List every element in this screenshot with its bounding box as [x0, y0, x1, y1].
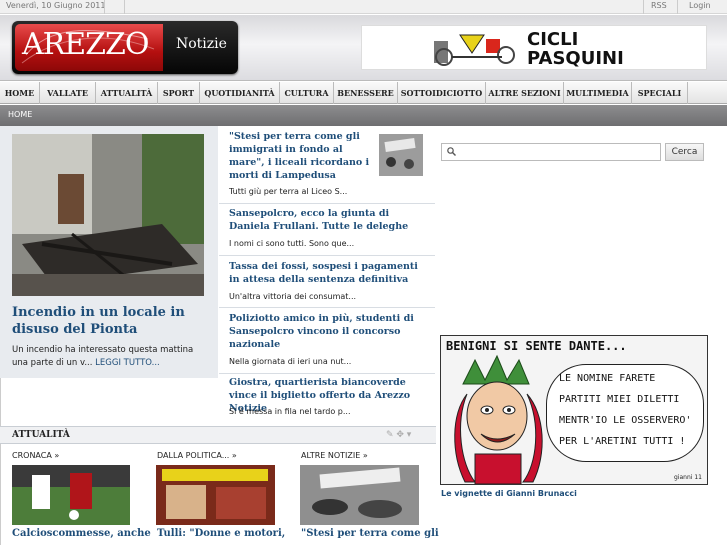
- site-header: AREZZO Notizie CICLI PASQUINI: [0, 15, 727, 81]
- banner-ad[interactable]: CICLI PASQUINI: [361, 25, 707, 70]
- breadcrumb: HOME: [0, 105, 727, 126]
- nav-item-benessere[interactable]: BENESSERE: [334, 82, 398, 104]
- column-image[interactable]: [156, 465, 275, 525]
- search-button[interactable]: Cerca: [665, 143, 704, 161]
- nav-item-attualita[interactable]: ATTUALITÀ: [96, 82, 158, 104]
- list-item: Poliziotto amico in più, studenti di San…: [219, 308, 435, 374]
- banner-ad-line1: CICLI: [527, 29, 579, 50]
- logo-sub: Notizie: [176, 36, 227, 52]
- featured-desc: Un incendio ha interessato questa mattin…: [12, 344, 206, 370]
- search-input[interactable]: [441, 143, 661, 161]
- story-title[interactable]: Tassa dei fossi, sospesi i pagamenti in …: [229, 260, 429, 286]
- cartoon-box[interactable]: BENIGNI SI SENTE DANTE... LE NOMINE FARE…: [440, 335, 708, 485]
- column-title[interactable]: Calcioscommesse, anche: [12, 528, 151, 539]
- nav-item-vallate[interactable]: VALLATE: [40, 82, 96, 104]
- cartoon-caption[interactable]: Le vignette di Gianni Brunacci: [441, 489, 577, 498]
- cartoon-title: BENIGNI SI SENTE DANTE...: [446, 339, 627, 353]
- date-label: Venerdì, 10 Giugno 2011: [6, 1, 106, 10]
- bubble-line: PARTITI MIEI DILETTI: [559, 394, 680, 405]
- nav-item-quotidianita[interactable]: QUOTIDIANITÀ: [200, 82, 280, 104]
- story-desc: I nomi ci sono tutti. Sono que...: [229, 239, 355, 248]
- nav-item-home[interactable]: HOME: [0, 82, 40, 104]
- list-item: Giostra, quartierista biancoverde vince …: [219, 374, 435, 426]
- list-item: Tassa dei fossi, sospesi i pagamenti in …: [219, 256, 435, 308]
- bubble-line: PER L'ARETINI TUTTI !: [559, 436, 686, 447]
- top-bar: Venerdì, 10 Giugno 2011 RSS Login: [0, 0, 727, 14]
- nav-item-altre-sezioni[interactable]: ALTRE SEZIONI: [486, 82, 564, 104]
- featured-image[interactable]: [12, 134, 204, 296]
- column-label[interactable]: CRONACA »: [12, 451, 59, 460]
- site-logo[interactable]: AREZZO Notizie: [12, 21, 238, 74]
- nav-item-sport[interactable]: SPORT: [158, 82, 200, 104]
- logo-word: AREZZO: [22, 27, 149, 62]
- breadcrumb-home[interactable]: HOME: [8, 110, 32, 119]
- section-header: ATTUALITÀ ✎ ✥ ▾: [0, 426, 436, 444]
- story-desc: Nella giornata di ieri una nut...: [229, 357, 352, 366]
- story-title[interactable]: Sansepolcro, ecco la giunta di Daniela F…: [229, 207, 429, 233]
- story-desc: Tutti giù per terra al Liceo S...: [229, 187, 348, 196]
- rss-link[interactable]: RSS: [651, 1, 667, 10]
- bicycle-logo-icon: [434, 34, 515, 66]
- story-title[interactable]: Poliziotto amico in più, studenti di San…: [229, 312, 429, 351]
- column-image[interactable]: [12, 465, 130, 525]
- column-image[interactable]: [300, 465, 419, 525]
- nav-item-multimedia[interactable]: MULTIMEDIA: [564, 82, 632, 104]
- cartoon-signature: gianni 11: [674, 474, 702, 481]
- burned-room-image: [12, 134, 204, 296]
- list-item: Sansepolcro, ecco la giunta di Daniela F…: [219, 204, 435, 256]
- main-nav: HOME VALLATE ATTUALITÀ SPORT QUOTIDIANIT…: [0, 82, 727, 104]
- students-image: [379, 134, 423, 176]
- column-label[interactable]: ALTRE NOTIZIE »: [301, 451, 368, 460]
- divider: [124, 0, 125, 14]
- bubble-line: MENTR'IO LE OSSERVERO': [559, 415, 692, 426]
- nav-item-speciali[interactable]: SPECIALI: [632, 82, 688, 104]
- football-image: [12, 465, 130, 525]
- motor-show-image: [156, 465, 275, 525]
- divider: [643, 0, 644, 14]
- search-icon: [447, 147, 456, 159]
- column-title[interactable]: "Stesi per terra come gli: [301, 528, 439, 539]
- list-item: "Stesi per terra come gli immigrati in f…: [219, 126, 435, 204]
- speech-bubble: LE NOMINE FARETE PARTITI MIEI DILETTI ME…: [546, 364, 704, 462]
- featured-title[interactable]: Incendio in un locale in disuso del Pion…: [12, 304, 202, 338]
- banner-ad-line2: PASQUINI: [527, 48, 624, 69]
- students-lying-image: [300, 465, 419, 525]
- nav-item-sottoidiciotto[interactable]: SOTTOIDICIOTTO: [398, 82, 486, 104]
- divider: [104, 0, 105, 14]
- featured-story: Incendio in un locale in disuso del Pion…: [0, 126, 218, 378]
- bubble-line: LE NOMINE FARETE: [559, 373, 656, 384]
- story-list: "Stesi per terra come gli immigrati in f…: [219, 126, 435, 426]
- story-desc: Si è messa in fila nel tardo p...: [229, 407, 351, 416]
- column-label[interactable]: DALLA POLITICA... »: [157, 451, 237, 460]
- section-title: ATTUALITÀ: [12, 430, 70, 440]
- story-desc: Un'altra vittoria dei consumat...: [229, 292, 357, 301]
- column-title[interactable]: Tulli: "Donne e motori,: [157, 528, 285, 539]
- nav-item-cultura[interactable]: CULTURA: [280, 82, 334, 104]
- story-thumbnail[interactable]: [379, 134, 423, 176]
- story-title[interactable]: "Stesi per terra come gli immigrati in f…: [229, 130, 379, 182]
- read-more-link[interactable]: LEGGI TUTTO...: [95, 358, 160, 368]
- divider: [677, 0, 678, 14]
- dante-caricature-image: [454, 354, 543, 484]
- section-tools-icon[interactable]: ✎ ✥ ▾: [386, 430, 411, 440]
- login-link[interactable]: Login: [689, 1, 711, 10]
